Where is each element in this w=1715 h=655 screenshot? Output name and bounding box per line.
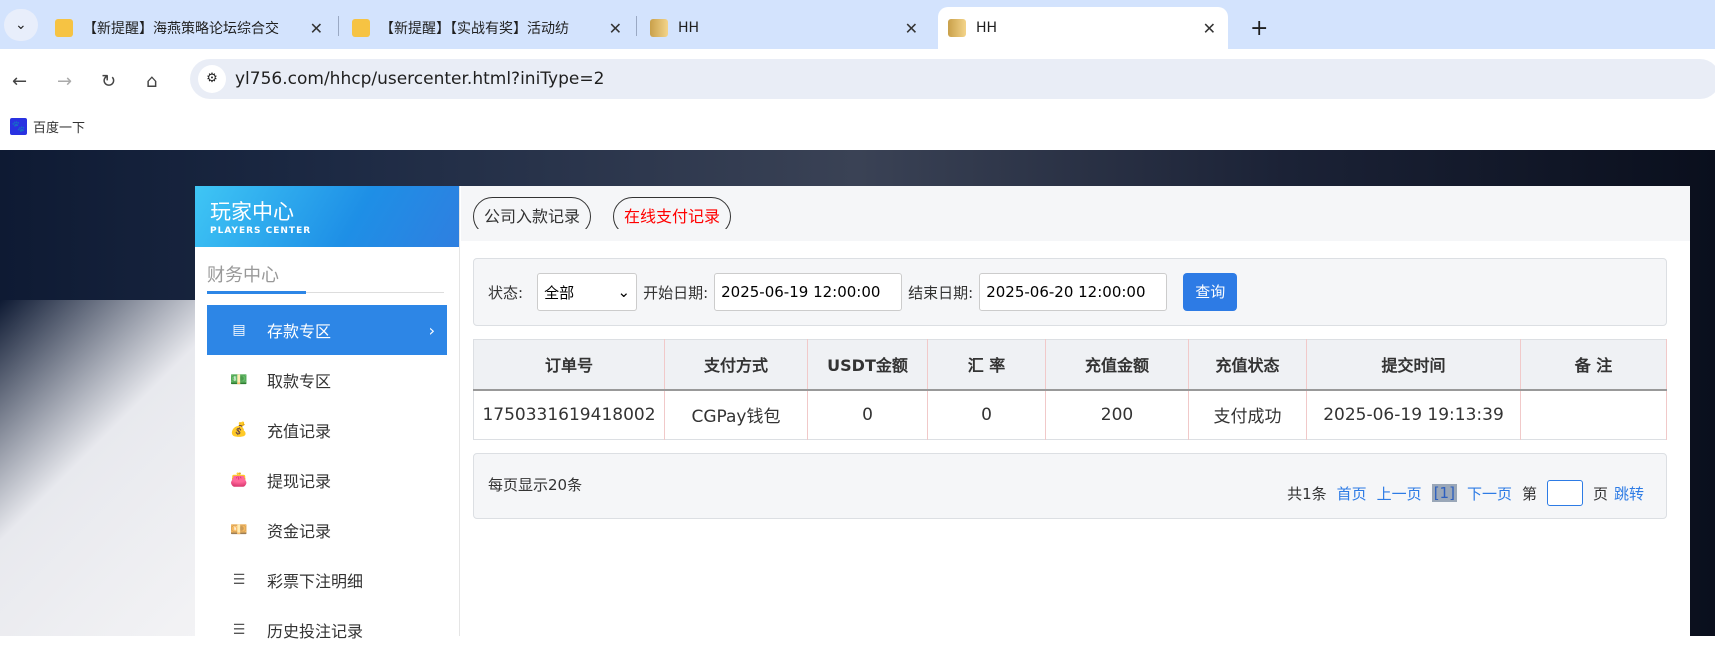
jump-link[interactable]: 跳转 [1614,483,1644,504]
page-number-input[interactable] [1546,480,1583,506]
close-icon[interactable]: ✕ [905,19,918,38]
start-date-input[interactable]: 2025-06-19 12:00:00 [714,273,903,311]
tab-search-button[interactable]: ⌄ [4,9,38,41]
status-label: 状态: [488,283,524,302]
query-button[interactable]: 查询 [1183,273,1238,311]
hh-favicon [948,19,966,37]
address-bar[interactable]: ⚙ yl756.com/hhcp/usercenter.html?iniType=… [190,59,1715,99]
new-tab-button[interactable]: + [1240,7,1268,49]
sidebar-item-fund-records[interactable]: 💴 资金记录 [207,505,447,555]
money-bag-icon: 💰 [230,422,248,438]
goto-suffix: 页 [1592,484,1608,503]
site-settings-icon[interactable]: ⚙ [198,65,226,93]
sidebar-item-withdraw[interactable]: 💵 取款专区 [207,355,447,405]
table-header: 订单号 支付方式 USDT金额汇 率充值金额 充值状态 提交时间备 注 [473,339,1667,391]
filter-bar: 状态: 全部 ⌄ 开始日期: 2025-06-19 12:00:00 结束日期: … [473,258,1667,326]
bookmark-baidu[interactable]: 🐾 百度一下 [10,117,85,136]
toolbar: ← → ↻ ⌂ ⚙ yl756.com/hhcp/usercenter.html?… [0,49,1715,111]
sidebar: 玩家中心 PLAYERS CENTER 财务中心 ▤ 存款专区 › 💵 取款专区 💰 充值… [195,186,460,641]
list-icon: ☰ [232,572,246,588]
end-date-input[interactable]: 2025-06-20 12:00:00 [979,273,1168,311]
tab-title: 【新提醒】海燕策略论坛综合交 [83,21,279,37]
cash-box-icon: 💴 [230,522,248,538]
players-center-logo: 玩家中心 PLAYERS CENTER [195,186,459,247]
table-row: 1750331619418002 CGPay钱包 0 0 200 支付成功 2025-06-… [473,389,1667,440]
tab-strip: ⌄ 【新提醒】海燕策略论坛综合交 ✕ 【新提醒】【实战有奖】活动纺 ✕ HH ✕ HH… [0,0,1715,49]
baidu-paw-icon: 🐾 [10,118,27,135]
forward-icon[interactable]: → [57,71,72,92]
tab-title: 【新提醒】【实战有奖】活动纺 [380,21,569,37]
start-date-label: 开始日期: [643,283,709,302]
main-content: 公司入款记录 在线支付记录 状态: 全部 ⌄ 开始日期: 2025-06-19 1… [461,186,1690,636]
close-icon[interactable]: ✕ [1203,19,1216,38]
tab-2[interactable]: 【新提醒】【实战有奖】活动纺 ✕ [342,7,634,49]
tab-1[interactable]: 【新提醒】海燕策略论坛综合交 ✕ [45,7,335,49]
prev-page-link[interactable]: 上一页 [1377,483,1422,504]
home-icon[interactable]: ⌂ [146,71,157,92]
user-center-panel: 玩家中心 PLAYERS CENTER 财务中心 ▤ 存款专区 › 💵 取款专区 💰 充值… [195,186,1690,641]
sidebar-item-deposit[interactable]: ▤ 存款专区 › [207,305,447,355]
reload-icon[interactable]: ↻ [101,71,116,92]
goto-prefix: 第 [1521,484,1537,503]
tab-title: HH [678,20,700,36]
tab-3[interactable]: HH ✕ [640,7,930,49]
payment-records-table: 订单号 支付方式 USDT金额汇 率充值金额 充值状态 提交时间备 注 17503316… [473,339,1667,440]
total-count: 共1条 [1287,484,1327,503]
bookmark-label: 百度一下 [33,121,86,136]
sidebar-item-history-bets[interactable]: ☰ 历史投注记录 [207,605,447,655]
wallet-icon: 👛 [230,472,248,488]
tab-4-active[interactable]: HH ✕ [938,7,1228,49]
sidebar-item-recharge-records[interactable]: 💰 充值记录 [207,405,447,455]
per-page-text: 每页显示20条 [488,476,583,494]
next-page-link[interactable]: 下一页 [1467,483,1512,504]
close-icon[interactable]: ✕ [609,19,622,38]
tab-title: HH [976,20,998,36]
section-title: 财务中心 [207,257,444,294]
url-text: yl756.com/hhcp/usercenter.html?iniType=2 [235,69,605,89]
end-date-label: 结束日期: [908,283,974,302]
sidebar-item-lottery-bets[interactable]: ☰ 彩票下注明细 [207,555,447,605]
chevron-down-icon: ⌄ [617,283,631,301]
chevron-right-icon: › [428,320,435,340]
hh-favicon [650,19,668,37]
cash-hand-icon: 💵 [230,372,248,388]
back-icon[interactable]: ← [12,71,27,92]
card-icon: ▤ [232,322,246,338]
close-icon[interactable]: ✕ [310,19,323,38]
pagination: 每页显示20条 共1条 首页 上一页 [1] 下一页 第 页 跳转 [473,453,1667,519]
note-icon [55,19,73,37]
sidebar-item-withdraw-records[interactable]: 👛 提现记录 [207,455,447,505]
note-icon [352,19,370,37]
current-page: [1] [1431,484,1457,502]
first-page-link[interactable]: 首页 [1337,483,1367,504]
status-select[interactable]: 全部 ⌄ [537,273,638,311]
